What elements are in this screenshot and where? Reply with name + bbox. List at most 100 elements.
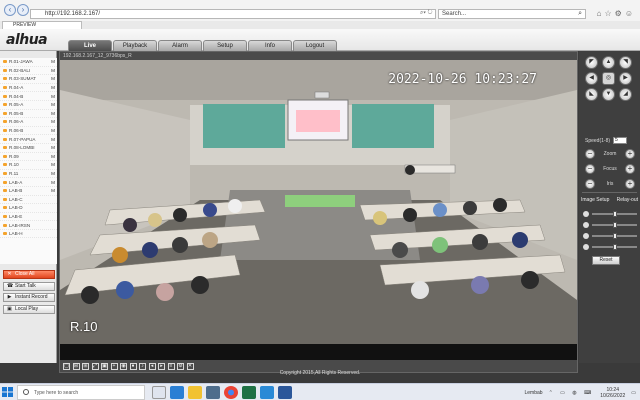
hue-slider[interactable] bbox=[592, 243, 637, 250]
browser-tab[interactable]: PREVIEW bbox=[2, 21, 82, 29]
speed-select[interactable]: 5 bbox=[613, 137, 628, 144]
channel-mode[interactable]: M bbox=[50, 180, 55, 185]
browser-search-input[interactable]: Search... ⌕ bbox=[438, 9, 586, 19]
brightness-slider[interactable] bbox=[592, 210, 637, 217]
tab-relay-out[interactable]: Relay-out bbox=[617, 197, 638, 203]
menu-info[interactable]: Info bbox=[248, 40, 292, 51]
channel-mode[interactable]: M bbox=[50, 68, 55, 73]
menu-alarm[interactable]: Alarm bbox=[158, 40, 202, 51]
slider-knob[interactable] bbox=[612, 221, 617, 228]
channel-mode[interactable]: M bbox=[50, 171, 55, 176]
channel-mode[interactable]: M bbox=[50, 85, 55, 90]
channel-mode[interactable]: M bbox=[50, 128, 55, 133]
channel-list[interactable]: R.01-JAWA M R.02-BALI M R.03-SUMAT M R.04-A M R.… bbox=[0, 58, 57, 264]
local-play-button[interactable]: ▣ Local Play bbox=[3, 304, 55, 314]
excel-icon[interactable] bbox=[242, 386, 256, 399]
ptz-left-icon[interactable]: ◀ bbox=[585, 72, 598, 85]
address-tools-icon[interactable]: ⌕▾ ↻ bbox=[420, 9, 433, 19]
channel-item[interactable]: R.09 M bbox=[0, 153, 57, 162]
live-video-feed[interactable]: 2022-10-26 10:23:27 R.10 bbox=[60, 60, 577, 344]
weather-label[interactable]: Lembab bbox=[524, 390, 542, 396]
ptz-down-right-icon[interactable]: ◢ bbox=[619, 88, 632, 101]
instant-record-button[interactable]: ▶ Instant Record bbox=[3, 293, 55, 302]
iris-in-icon[interactable]: + bbox=[624, 178, 635, 189]
iris-out-icon[interactable]: − bbox=[585, 178, 595, 189]
word-icon[interactable] bbox=[278, 386, 292, 399]
channel-mode[interactable]: M bbox=[50, 119, 55, 124]
channel-mode[interactable]: M bbox=[50, 162, 55, 167]
zoom-in-icon[interactable]: + bbox=[625, 148, 635, 159]
browser-tool-icons[interactable]: ⌂☆⚙☺ bbox=[597, 9, 636, 18]
channel-item[interactable]: LAB-A M bbox=[0, 178, 57, 187]
channel-item[interactable]: LAB-D bbox=[0, 204, 57, 213]
channel-item[interactable]: R.11 M bbox=[0, 170, 57, 179]
store-icon[interactable] bbox=[206, 386, 220, 399]
ptz-right-icon[interactable]: ▶ bbox=[619, 72, 632, 85]
focus-in-icon[interactable]: + bbox=[625, 163, 635, 174]
ptz-auto-icon[interactable]: ◎ bbox=[602, 72, 615, 85]
saturation-slider[interactable] bbox=[592, 232, 637, 239]
channel-mode[interactable]: M bbox=[50, 145, 55, 150]
zoom-out-icon[interactable]: − bbox=[585, 148, 595, 159]
menu-logout[interactable]: Logout bbox=[293, 40, 337, 51]
channel-mode[interactable]: M bbox=[50, 188, 55, 193]
channel-item[interactable]: R.07-PAPUA M bbox=[0, 135, 57, 144]
channel-item[interactable]: LAB-E bbox=[0, 213, 57, 222]
taskbar-search-input[interactable]: Type here to search bbox=[17, 385, 145, 400]
slider-knob[interactable] bbox=[612, 232, 617, 239]
ptz-up-icon[interactable]: ▲ bbox=[602, 56, 615, 69]
channel-item[interactable]: R.04-A M bbox=[0, 84, 57, 93]
channel-mode[interactable]: M bbox=[50, 94, 55, 99]
menu-playback[interactable]: Playback bbox=[113, 40, 157, 51]
start-talk-button[interactable]: ☎ Start Talk bbox=[3, 281, 55, 291]
channel-item[interactable]: R.01-JAWA M bbox=[0, 58, 57, 67]
channel-item[interactable]: LAB-B M bbox=[0, 187, 57, 196]
search-placeholder: Search... bbox=[442, 11, 467, 17]
channel-item[interactable]: LAB-IRSN bbox=[0, 221, 57, 230]
reset-button[interactable]: Reset bbox=[592, 256, 620, 265]
channel-mode[interactable]: M bbox=[50, 102, 55, 107]
tab-image-setup[interactable]: Image Setup bbox=[581, 197, 609, 203]
task-view-icon[interactable] bbox=[152, 386, 166, 399]
channel-item[interactable]: R.04-B M bbox=[0, 92, 57, 101]
channel-item[interactable]: R.03-SUMAT M bbox=[0, 75, 57, 84]
channel-item[interactable]: R.10 M bbox=[0, 161, 57, 170]
ptz-down-left-icon[interactable]: ◣ bbox=[585, 88, 598, 101]
address-bar[interactable]: http://192.168.2.167/ bbox=[30, 9, 436, 19]
channel-item[interactable]: R.05-A M bbox=[0, 101, 57, 110]
search-icon[interactable]: ⌕ bbox=[578, 10, 582, 18]
edge-icon[interactable] bbox=[170, 386, 184, 399]
ie-icon[interactable] bbox=[260, 386, 274, 399]
file-explorer-icon[interactable] bbox=[188, 386, 202, 399]
back-icon[interactable]: ‹ bbox=[4, 4, 16, 16]
channel-item[interactable]: R.06-A M bbox=[0, 118, 57, 127]
slider-knob[interactable] bbox=[612, 243, 617, 250]
focus-out-icon[interactable]: − bbox=[585, 163, 595, 174]
ptz-up-left-icon[interactable]: ◤ bbox=[585, 56, 598, 69]
channel-item[interactable]: LAB-C bbox=[0, 196, 57, 205]
channel-mode[interactable]: M bbox=[50, 76, 55, 81]
channel-label: R.09 bbox=[9, 153, 19, 159]
channel-mode[interactable]: M bbox=[50, 59, 55, 64]
channel-item[interactable]: LAB-H bbox=[0, 230, 57, 239]
channel-mode[interactable]: M bbox=[50, 154, 55, 159]
forward-icon[interactable]: › bbox=[17, 4, 29, 16]
tray-icons[interactable]: ⌃ ▭ ◍ ⌨ bbox=[549, 390, 595, 396]
chrome-icon[interactable] bbox=[224, 386, 238, 399]
close-all-button[interactable]: ✕ Close All bbox=[3, 270, 55, 279]
channel-mode[interactable]: M bbox=[50, 137, 55, 142]
menu-live[interactable]: Live bbox=[68, 40, 112, 51]
ptz-down-icon[interactable]: ▼ bbox=[602, 88, 615, 101]
channel-mode[interactable]: M bbox=[50, 111, 55, 116]
contrast-slider[interactable] bbox=[592, 221, 637, 228]
windows-start-icon[interactable] bbox=[2, 387, 14, 398]
channel-item[interactable]: R.02-BALI M bbox=[0, 67, 57, 76]
ptz-up-right-icon[interactable]: ◥ bbox=[619, 56, 632, 69]
channel-item[interactable]: R.06-B M bbox=[0, 127, 57, 136]
clock[interactable]: 10:24 10/26/2022 bbox=[600, 387, 625, 399]
menu-setup[interactable]: Setup bbox=[203, 40, 247, 51]
channel-item[interactable]: R.08-LOMBI M bbox=[0, 144, 57, 153]
channel-item[interactable]: R.05-B M bbox=[0, 110, 57, 119]
slider-knob[interactable] bbox=[612, 210, 617, 217]
notification-icon[interactable]: ▭ bbox=[631, 390, 636, 396]
